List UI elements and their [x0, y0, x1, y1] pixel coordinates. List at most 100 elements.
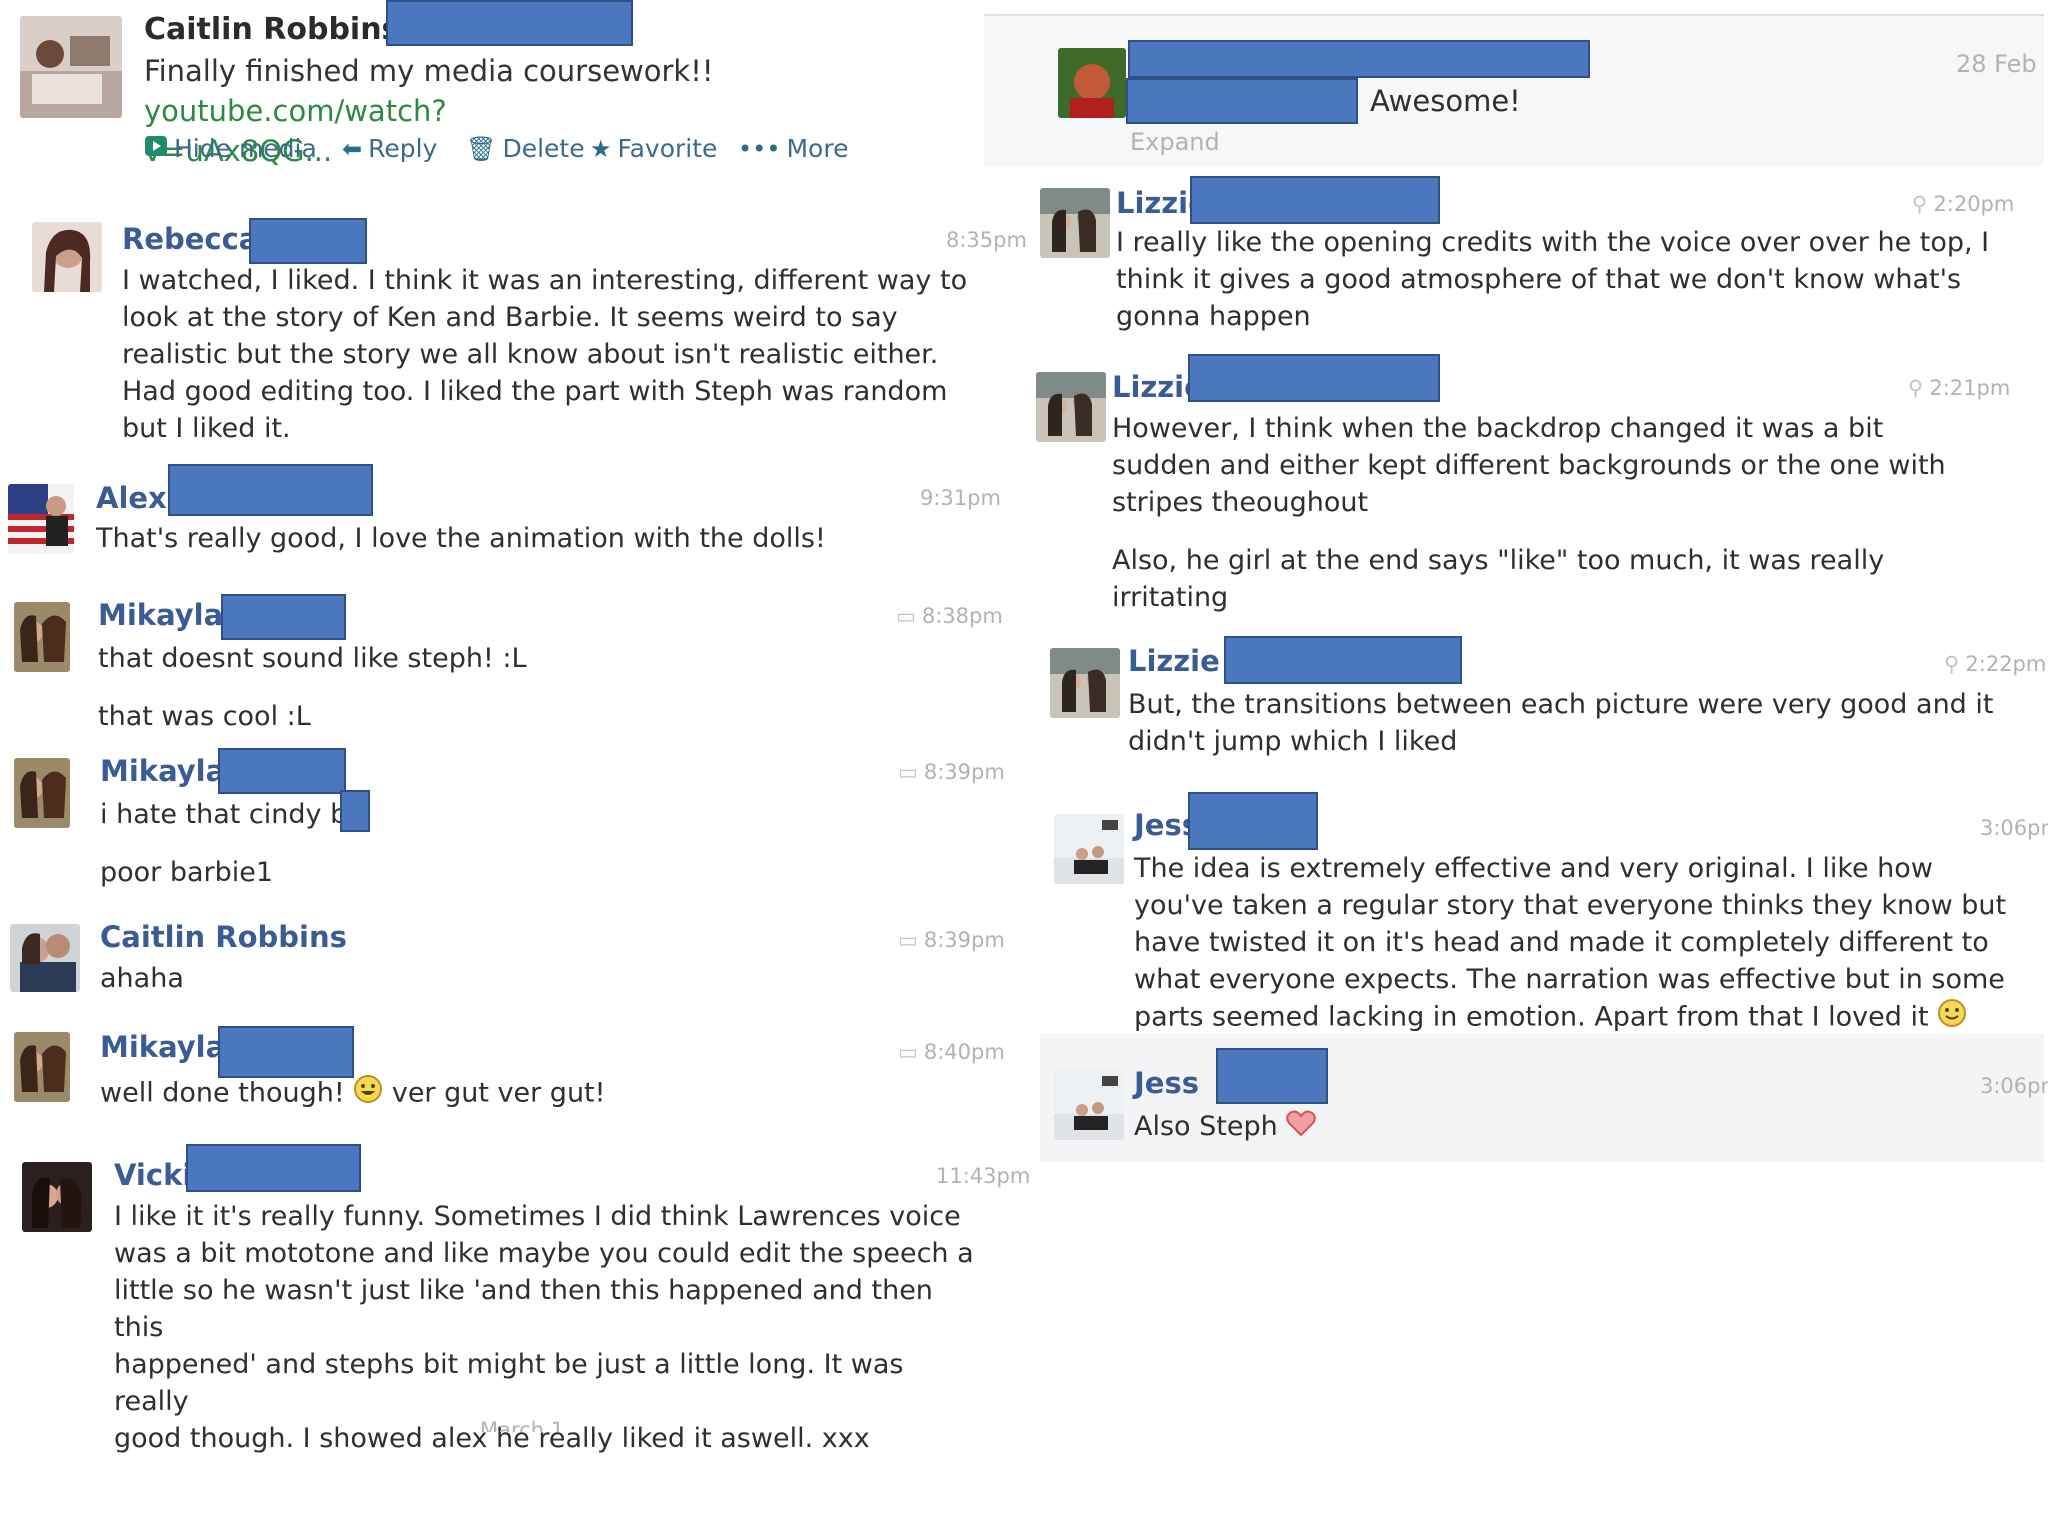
reply-label: Reply — [368, 134, 438, 163]
comment-text: The idea is extremely effective and very… — [1134, 850, 2014, 1038]
avatar[interactable] — [10, 924, 80, 992]
comment-text-body: Also Steph — [1134, 1111, 1278, 1142]
left-comment-panel: Caitlin Robbins Finally finished my medi… — [0, 0, 1030, 1536]
heart-icon — [1286, 1109, 1317, 1147]
redacted-notification-sender — [1126, 78, 1358, 124]
redacted-surname — [1224, 636, 1462, 684]
comment-text: I really like the opening credits with t… — [1116, 224, 1996, 335]
favorite-button[interactable]: ★ Favorite — [590, 134, 717, 163]
time-label: 2:21pm — [1929, 376, 2011, 400]
redacted-handle — [386, 0, 633, 46]
comment-text-followup: that was cool :L — [98, 701, 311, 732]
text-line: I really like the opening credits with t… — [1116, 227, 1990, 258]
redacted-surname — [221, 594, 346, 640]
comment-text: That's really good, I love the animation… — [96, 520, 976, 557]
reply-button[interactable]: ⬅ Reply — [342, 134, 437, 163]
more-button[interactable]: ••• More — [738, 134, 848, 163]
comment-timestamp[interactable]: ⚲ 2:20pm — [1912, 192, 2014, 216]
text-line: Had good editing too. I liked the part w… — [122, 376, 948, 407]
text-line: I like it it's really funny. Sometimes I… — [114, 1201, 961, 1232]
text-line: little so he wasn't just like 'and then … — [114, 1275, 933, 1343]
avatar[interactable] — [1054, 1070, 1124, 1140]
redacted-surname — [168, 464, 373, 516]
comment-text: Also Steph — [1134, 1108, 2014, 1147]
expand-link[interactable]: Expand — [1130, 128, 1220, 156]
avatar[interactable] — [14, 602, 70, 672]
text-line: However, I think when the backdrop chang… — [1112, 413, 1884, 444]
media-icon — [144, 135, 168, 163]
trash-icon: 🗑 — [466, 134, 497, 163]
text-line: That's really good, I love the animation… — [96, 523, 826, 554]
avatar[interactable] — [8, 484, 74, 554]
comment-text: i hate that cindy bit — [100, 796, 960, 833]
redacted-surname — [249, 218, 367, 264]
redacted-word — [340, 790, 370, 832]
redacted-surname — [218, 748, 346, 794]
avatar[interactable] — [1054, 814, 1124, 884]
text-line: irritating — [1112, 582, 1229, 613]
tweet-author-avatar[interactable] — [20, 16, 122, 118]
avatar[interactable] — [1040, 188, 1110, 258]
text-line: stripes theoughout — [1112, 487, 1369, 518]
text-line: parts seemed lacking in emotion. Apart f… — [1134, 998, 2014, 1038]
comment-timestamp[interactable]: 3:06pm — [1980, 1074, 2048, 1098]
avatar[interactable] — [1036, 372, 1106, 442]
notification-date: 28 Feb — [1956, 50, 2037, 78]
avatar[interactable] — [14, 758, 70, 828]
right-comment-panel: Awesome! 28 Feb Expand Lizzie ⚲ 2:20pm I … — [984, 0, 2048, 1536]
text-after-emoji: ver gut ver gut! — [391, 1077, 606, 1109]
text-line: The idea is extremely effective and very… — [1134, 853, 1933, 884]
comment-timestamp[interactable]: 3:06pm — [1980, 816, 2048, 840]
delete-label: Delete — [502, 134, 585, 163]
text-line: but I liked it. — [122, 413, 291, 444]
text-line: look at the story of Ken and Barbie. It … — [122, 302, 898, 333]
commenter-name[interactable]: Rebecca — [122, 222, 258, 256]
time-label: 2:22pm — [1965, 652, 2047, 676]
message-icon: ▭ — [898, 1040, 918, 1064]
tweet-link[interactable]: youtube.com/watch? — [144, 94, 447, 128]
notification-message: Awesome! — [1370, 84, 1521, 118]
comment-text: ahaha — [100, 960, 960, 997]
text-line: didn't jump which I liked — [1128, 726, 1458, 757]
comment-text-followup: poor barbie1 — [100, 857, 274, 888]
text-line: I watched, I liked. I think it was an in… — [122, 265, 968, 296]
panel-divider — [1000, 14, 2044, 15]
text-line: happened' and stephs bit might be just a… — [114, 1349, 904, 1417]
redacted-surname — [1216, 1048, 1328, 1104]
commenter-name[interactable]: Lizzie — [1128, 644, 1220, 678]
message-icon: ▭ — [898, 928, 918, 952]
location-pin-icon: ⚲ — [1944, 652, 1960, 676]
commenter-name[interactable]: Vicki — [114, 1158, 192, 1192]
text-line: sudden and either kept different backgro… — [1112, 450, 1946, 481]
location-pin-icon: ⚲ — [1912, 192, 1928, 216]
delete-button[interactable]: 🗑 Delete — [466, 134, 585, 163]
text-line: have twisted it on it's head and made it… — [1134, 927, 1989, 958]
smiley-emoji-icon — [1937, 998, 1967, 1038]
star-icon: ★ — [590, 134, 612, 163]
commenter-name[interactable]: Caitlin Robbins — [100, 920, 347, 954]
commenter-name[interactable]: Jess — [1134, 1066, 1199, 1100]
smiley-emoji-icon — [353, 1074, 383, 1114]
text-before-emoji: well done though! — [100, 1077, 345, 1109]
last-line-text: parts seemed lacking in emotion. Apart f… — [1134, 1001, 1929, 1033]
avatar[interactable] — [22, 1162, 92, 1232]
comment-timestamp[interactable]: ⚲ 2:22pm — [1944, 652, 2046, 676]
notification-avatar[interactable] — [1058, 48, 1126, 118]
hide-media-button[interactable]: Hide media — [144, 134, 317, 163]
tweet-author-name[interactable]: Caitlin Robbins — [144, 12, 399, 47]
comment-text: I watched, I liked. I think it was an in… — [122, 262, 982, 447]
avatar[interactable] — [14, 1032, 70, 1102]
text-line: i hate that cindy bit — [100, 799, 366, 830]
text-line: think it gives a good atmosphere of that… — [1116, 264, 1962, 295]
redacted-surname — [1188, 354, 1440, 402]
location-pin-icon: ⚲ — [1908, 376, 1924, 400]
more-label: More — [786, 134, 849, 163]
comment-timestamp[interactable]: ⚲ 2:21pm — [1908, 376, 2010, 400]
commenter-name[interactable]: Alex — [96, 481, 167, 515]
redacted-surname — [218, 1026, 354, 1078]
avatar[interactable] — [32, 222, 102, 292]
text-line: Also, he girl at the end says "like" too… — [1112, 545, 1885, 576]
text-line: was a bit mototone and like maybe you co… — [114, 1238, 974, 1269]
more-icon: ••• — [738, 134, 781, 163]
avatar[interactable] — [1050, 648, 1120, 718]
